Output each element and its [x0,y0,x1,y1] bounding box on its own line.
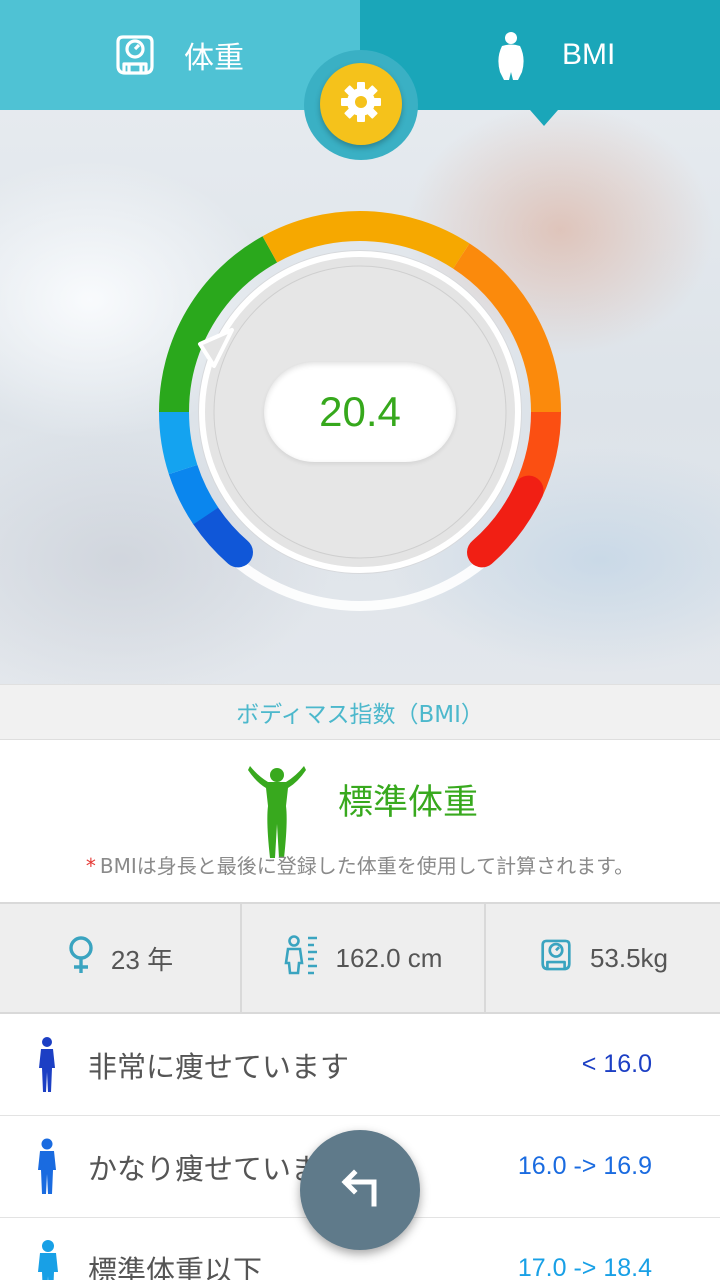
stat-age: 23 年 [0,904,240,1012]
gauge-segment [168,464,219,525]
scale-icon [112,32,158,78]
female-icon [67,935,95,981]
bmi-status-label: 標準体重 [338,783,479,823]
stat-weight-value: 53.5kg [589,942,669,973]
settings-button[interactable] [320,63,402,145]
underweight-figure-icon [36,1240,60,1280]
back-arrow-icon [338,1168,382,1212]
gauge-segment [159,411,198,475]
section-title: ボディマス指数（BMI） [0,684,720,740]
back-button[interactable] [300,1130,420,1250]
category-range: 17.0 -> 18.4 [517,1254,652,1280]
profile-stats: 23 年 162.0 cm 53.5kg [0,902,720,1014]
person-icon [496,32,542,80]
active-tab-pointer [530,110,558,126]
stat-weight: 53.5kg [484,904,720,1012]
category-label: 非常に痩せています [88,1050,350,1084]
bmi-note: * BMIは身長と最後に登録した体重を使用して計算されます。 [0,850,720,879]
note-text: BMIは身長と最後に登録した体重を使用して計算されます。 [99,854,635,878]
bmi-value: 20.4 [264,362,456,462]
category-label: 標準体重以下 [88,1254,263,1280]
tab-bmi-label: BMI [562,38,616,71]
category-range: 16.0 -> 16.9 [517,1152,652,1180]
list-item: 非常に痩せています < 16.0 [0,1014,720,1116]
bmi-status-panel: 標準体重 * BMIは身長と最後に登録した体重を使用して計算されます。 [0,740,720,902]
stat-age-value: 23 年 [110,944,174,975]
severely-thin-figure-icon [36,1138,58,1200]
normal-weight-figure-icon [248,762,306,864]
tab-weight-label: 体重 [184,41,244,76]
note-asterisk: * [85,854,96,878]
height-icon [284,934,320,982]
stat-height-value: 162.0 cm [335,942,443,973]
gear-icon [340,81,382,127]
stat-height: 162.0 cm [240,904,484,1012]
scale-icon [538,937,574,980]
category-range: < 16.0 [581,1050,652,1078]
gauge-segment [190,501,253,568]
very-underweight-figure-icon [36,1036,58,1098]
